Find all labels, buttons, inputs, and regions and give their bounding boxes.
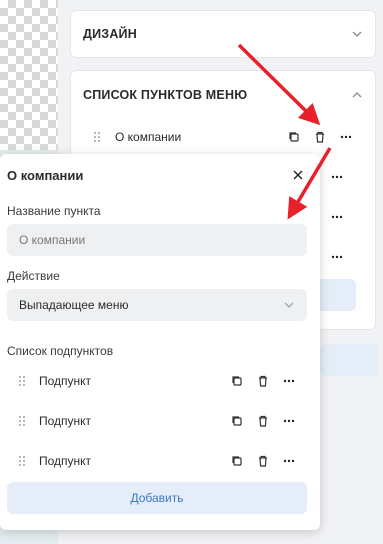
menu-item-label: О компании: [115, 130, 182, 144]
subitem-row[interactable]: Подпункт: [18, 371, 308, 391]
chevron-up-icon[interactable]: [351, 89, 363, 101]
item-name-label: Название пункта: [7, 204, 101, 218]
drag-handle-icon[interactable]: [18, 455, 26, 467]
subitem-label: Подпункт: [39, 414, 92, 428]
subitem-label: Подпункт: [39, 374, 92, 388]
action-select[interactable]: Выпадающее меню: [7, 289, 307, 321]
more-dots-icon[interactable]: [282, 454, 296, 468]
subitem-row[interactable]: Подпункт: [18, 411, 308, 431]
chevron-down-icon: [284, 302, 294, 308]
copy-icon[interactable]: [230, 374, 244, 388]
more-dots-icon[interactable]: [282, 414, 296, 428]
more-dots-icon[interactable]: [339, 130, 353, 144]
copy-icon[interactable]: [230, 414, 244, 428]
close-icon[interactable]: [291, 168, 305, 182]
chevron-down-icon[interactable]: [351, 28, 363, 40]
drag-handle-icon[interactable]: [18, 415, 26, 427]
trash-icon[interactable]: [256, 414, 270, 428]
popup-title: О компании: [7, 168, 84, 183]
copy-icon[interactable]: [230, 454, 244, 468]
design-section-title: ДИЗАЙН: [83, 27, 137, 41]
add-subitem-button[interactable]: Добавить: [7, 482, 307, 514]
action-label: Действие: [7, 269, 60, 283]
trash-icon[interactable]: [313, 130, 327, 144]
menu-item-row[interactable]: О компании: [93, 125, 375, 149]
trash-icon[interactable]: [256, 454, 270, 468]
action-select-value: Выпадающее меню: [19, 298, 129, 312]
more-dots-icon[interactable]: [330, 210, 344, 224]
design-section[interactable]: ДИЗАЙН: [70, 10, 376, 58]
secondary-button[interactable]: [320, 344, 378, 376]
copy-icon[interactable]: [287, 130, 301, 144]
subitem-label: Подпункт: [39, 454, 92, 468]
more-dots-icon[interactable]: [330, 170, 344, 184]
more-dots-icon[interactable]: [330, 250, 344, 264]
trash-icon[interactable]: [256, 374, 270, 388]
item-name-input[interactable]: О компании: [7, 224, 307, 256]
menu-item-editor-popup: О компании Название пункта О компании Де…: [0, 154, 320, 530]
subitem-row[interactable]: Подпункт: [18, 451, 308, 471]
subitems-label: Список подпунктов: [7, 344, 114, 358]
more-dots-icon[interactable]: [282, 374, 296, 388]
drag-handle-icon[interactable]: [93, 131, 101, 143]
menu-items-section-title: СПИСОК ПУНКТОВ МЕНЮ: [83, 88, 248, 102]
drag-handle-icon[interactable]: [18, 375, 26, 387]
